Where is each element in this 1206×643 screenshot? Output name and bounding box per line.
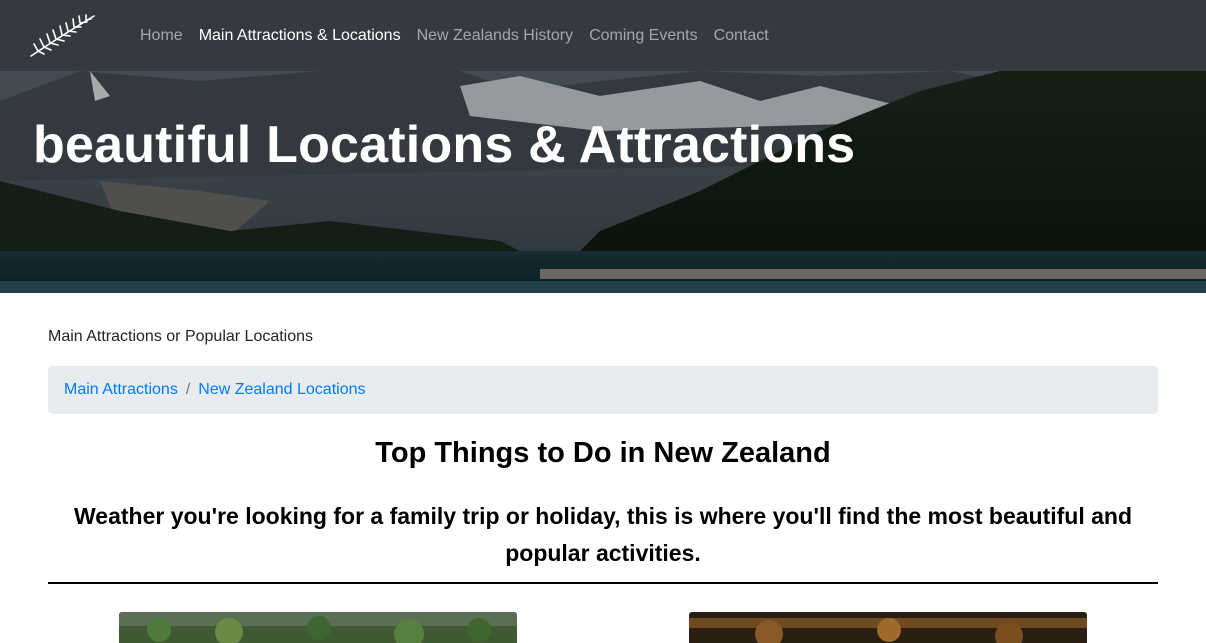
attraction-card-image[interactable] [119, 612, 517, 643]
divider [48, 582, 1158, 584]
attraction-card-image[interactable] [689, 612, 1087, 643]
hero-title: beautiful Locations & Attractions [33, 116, 856, 174]
breadcrumb-separator: / [185, 381, 191, 398]
nav-link-contact[interactable]: Contact [714, 27, 769, 45]
breadcrumb-new-zealand-locations[interactable]: New Zealand Locations [198, 381, 365, 399]
nav-link-history[interactable]: New Zealands History [417, 27, 574, 45]
hero-banner: beautiful Locations & Attractions [0, 71, 1206, 293]
section-label: Main Attractions or Popular Locations [48, 328, 314, 345]
hero-landscape-image [0, 71, 1206, 293]
nav-link-coming-events[interactable]: Coming Events [589, 27, 698, 45]
breadcrumb: Main Attractions / New Zealand Locations [48, 366, 1158, 414]
page-heading: Top Things to Do in New Zealand [375, 437, 831, 469]
nav-links: Home Main Attractions & Locations New Ze… [140, 0, 785, 71]
silver-fern-icon[interactable] [28, 13, 96, 59]
page-subheading: Weather you're looking for a family trip… [74, 503, 1132, 566]
nav-link-home[interactable]: Home [140, 27, 183, 45]
breadcrumb-main-attractions[interactable]: Main Attractions [64, 381, 178, 399]
nav-link-main-attractions[interactable]: Main Attractions & Locations [199, 27, 401, 45]
navbar: Home Main Attractions & Locations New Ze… [0, 0, 1206, 71]
